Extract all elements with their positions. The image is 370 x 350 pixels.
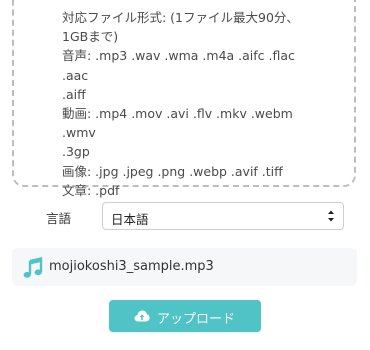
language-label: 言語 [46,211,72,226]
selected-file-card: mojiokoshi3_sample.mp3 [12,248,357,286]
formats-line: .aiff [62,86,86,102]
formats-line: 1GBまで) [62,29,119,45]
upload-button-label: アップロード [157,312,236,327]
language-select[interactable]: 日本語 [102,202,344,230]
formats-line: 音声: .mp3 .wav .wma .m4a .aifc .flac .aac [62,48,299,83]
formats-line: 画像: .jpg .jpeg .png .webp .avif .tiff [62,163,283,179]
language-row: 言語 日本語 [0,202,370,232]
formats-line: 文章: .pdf [62,182,120,198]
select-arrows-icon [328,210,334,222]
file-name: mojiokoshi3_sample.mp3 [49,259,214,274]
upload-button[interactable]: アップロード [109,300,261,332]
formats-line: 対応ファイル形式: (1ファイル最大90分、 [62,10,299,25]
supported-formats-text: 対応ファイル形式: (1ファイル最大90分、 1GBまで) 音声: .mp3 .… [62,8,322,200]
formats-line: 動画: .mp4 .mov .avi .flv .mkv .webm .wmv [62,106,297,141]
music-note-icon [23,257,43,278]
language-select-value: 日本語 [111,212,149,227]
cloud-upload-icon [134,310,150,322]
upload-page: 対応ファイル形式: (1ファイル最大90分、 1GBまで) 音声: .mp3 .… [0,0,370,350]
formats-line: .3gp [62,144,90,160]
